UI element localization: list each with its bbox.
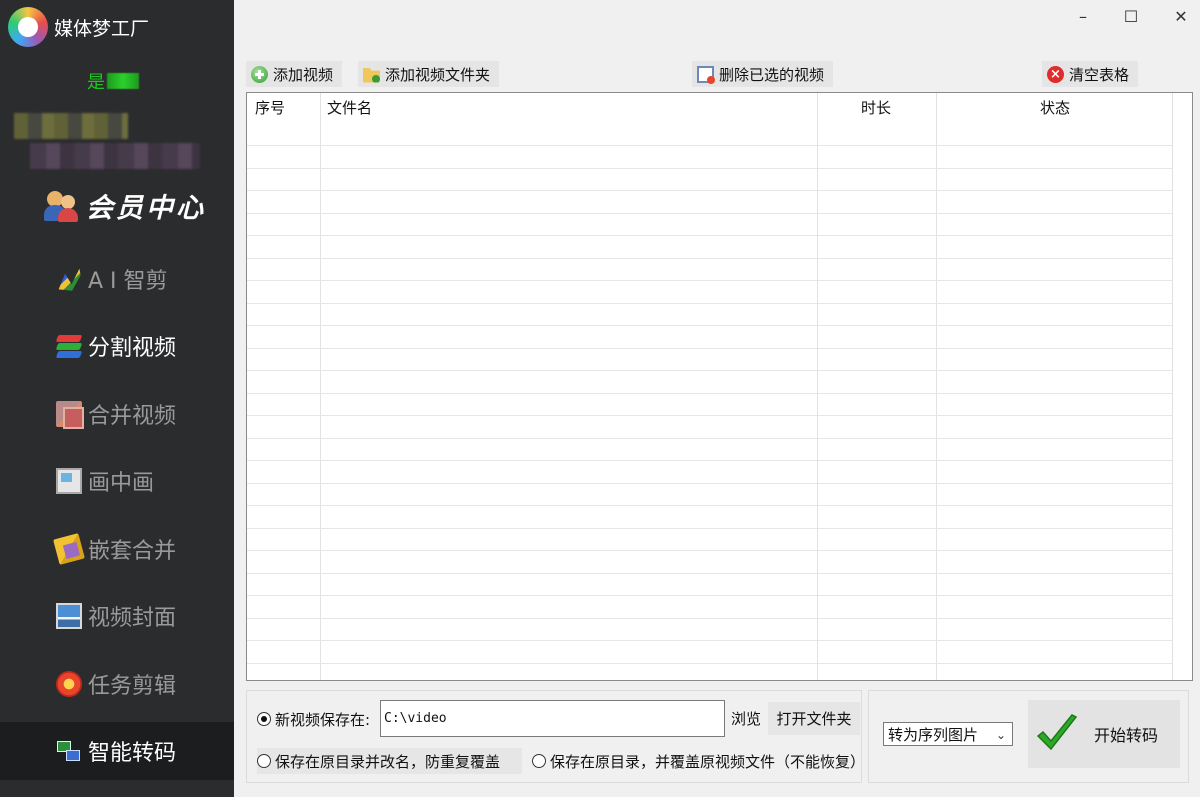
convert-mode-value: 转为序列图片 bbox=[888, 725, 979, 744]
redacted-user-info bbox=[107, 73, 139, 89]
user-status: 是 bbox=[87, 68, 139, 94]
redacted-expiry-info bbox=[30, 143, 200, 169]
app-logo-icon bbox=[8, 7, 48, 47]
add-video-label: 添加视频 bbox=[273, 65, 334, 84]
save-overwrite-label: 保存在原目录，并覆盖原视频文件（不能恢复） bbox=[550, 752, 866, 771]
save-new-location-radio[interactable]: 新视频保存在: bbox=[257, 706, 370, 732]
browse-button[interactable]: 浏览 bbox=[728, 702, 764, 735]
open-folder-button[interactable]: 打开文件夹 bbox=[768, 702, 860, 735]
save-overwrite-radio[interactable]: 保存在原目录，并覆盖原视频文件（不能恢复） bbox=[532, 748, 865, 774]
task-edit-icon bbox=[56, 671, 82, 697]
brand: 媒体梦工厂 bbox=[8, 7, 149, 47]
nav-item-task-edit[interactable]: 任务剪辑 bbox=[0, 655, 234, 713]
nav-item-picture-in-picture[interactable]: 画中画 bbox=[0, 452, 234, 510]
close-button[interactable]: ✕ bbox=[1166, 4, 1196, 28]
user-status-text: 是 bbox=[87, 72, 105, 93]
merge-video-icon bbox=[56, 401, 84, 429]
nav-item-label: 智能转码 bbox=[88, 741, 177, 766]
member-center-button[interactable]: 会员中心 bbox=[44, 182, 206, 228]
nav-item-label: 分割视频 bbox=[88, 336, 177, 361]
save-path-input[interactable] bbox=[380, 700, 725, 737]
add-circle-icon bbox=[251, 65, 268, 83]
radio-selected-icon bbox=[257, 712, 271, 726]
redacted-account-info bbox=[14, 113, 128, 139]
radio-empty-icon bbox=[532, 754, 546, 768]
members-icon bbox=[44, 187, 80, 223]
convert-mode-select[interactable]: 转为序列图片 ⌄ bbox=[883, 722, 1013, 746]
nav-item-label: A I 智剪 bbox=[88, 269, 168, 294]
nav-item-video-cover[interactable]: 视频封面 bbox=[0, 587, 234, 645]
nav-item-split-video[interactable]: 分割视频 bbox=[0, 317, 234, 375]
maximize-button[interactable]: ☐ bbox=[1116, 4, 1146, 28]
nav-item-merge-video[interactable]: 合并视频 bbox=[0, 385, 234, 443]
member-center-label: 会员中心 bbox=[86, 192, 206, 224]
video-cover-icon bbox=[56, 603, 82, 629]
clear-x-icon: × bbox=[1047, 65, 1064, 83]
add-folder-icon bbox=[363, 68, 380, 83]
clear-table-button[interactable]: × 清空表格 bbox=[1042, 61, 1139, 87]
nav-item-label: 视频封面 bbox=[88, 606, 177, 631]
nav-item-smart-transcode[interactable]: 智能转码 bbox=[0, 722, 234, 780]
nav-item-ai-cut[interactable]: A I 智剪 bbox=[0, 250, 234, 308]
save-rename-label: 保存在原目录并改名，防重复覆盖 bbox=[275, 752, 501, 771]
add-folder-label: 添加视频文件夹 bbox=[385, 65, 491, 84]
split-video-icon bbox=[55, 333, 83, 359]
clear-table-label: 清空表格 bbox=[1069, 65, 1130, 84]
nested-merge-icon bbox=[53, 533, 85, 565]
smart-transcode-icon bbox=[56, 738, 82, 764]
save-new-label: 新视频保存在: bbox=[275, 710, 371, 729]
add-video-folder-button[interactable]: 添加视频文件夹 bbox=[358, 61, 500, 87]
start-transcode-button[interactable]: 开始转码 bbox=[1028, 700, 1180, 768]
delete-video-icon bbox=[697, 65, 715, 84]
nav-item-label: 画中画 bbox=[88, 471, 155, 496]
nav-item-label: 嵌套合并 bbox=[88, 539, 177, 564]
video-table[interactable]: 序号 文件名 时长 状态 bbox=[246, 92, 1193, 681]
start-transcode-label: 开始转码 bbox=[1094, 726, 1159, 745]
add-video-button[interactable]: 添加视频 bbox=[246, 61, 343, 87]
column-header-duration[interactable]: 时长 bbox=[861, 93, 891, 123]
delete-selected-label: 删除已选的视频 bbox=[719, 65, 825, 84]
nav-item-label: 任务剪辑 bbox=[88, 674, 177, 699]
picture-in-picture-icon bbox=[56, 468, 82, 494]
ai-cut-icon bbox=[58, 268, 81, 291]
sidebar: 媒体梦工厂 是 会员中心 A I 智剪 分割视频 合并视频 画中画 嵌套合并 视… bbox=[0, 0, 234, 797]
save-rename-radio[interactable]: 保存在原目录并改名，防重复覆盖 bbox=[257, 748, 523, 774]
checkmark-icon bbox=[1036, 714, 1078, 751]
column-header-index[interactable]: 序号 bbox=[255, 93, 285, 123]
delete-selected-button[interactable]: 删除已选的视频 bbox=[692, 61, 834, 87]
nav-item-nested-merge[interactable]: 嵌套合并 bbox=[0, 520, 234, 578]
radio-empty-icon bbox=[257, 754, 271, 768]
nav-item-label: 合并视频 bbox=[88, 404, 177, 429]
app-title: 媒体梦工厂 bbox=[54, 17, 150, 40]
chevron-down-icon: ⌄ bbox=[995, 728, 1006, 742]
minimize-button[interactable]: – bbox=[1068, 4, 1098, 28]
column-header-filename[interactable]: 文件名 bbox=[327, 93, 372, 123]
table-header: 序号 文件名 时长 状态 bbox=[247, 93, 1192, 123]
column-header-status[interactable]: 状态 bbox=[1040, 93, 1070, 123]
